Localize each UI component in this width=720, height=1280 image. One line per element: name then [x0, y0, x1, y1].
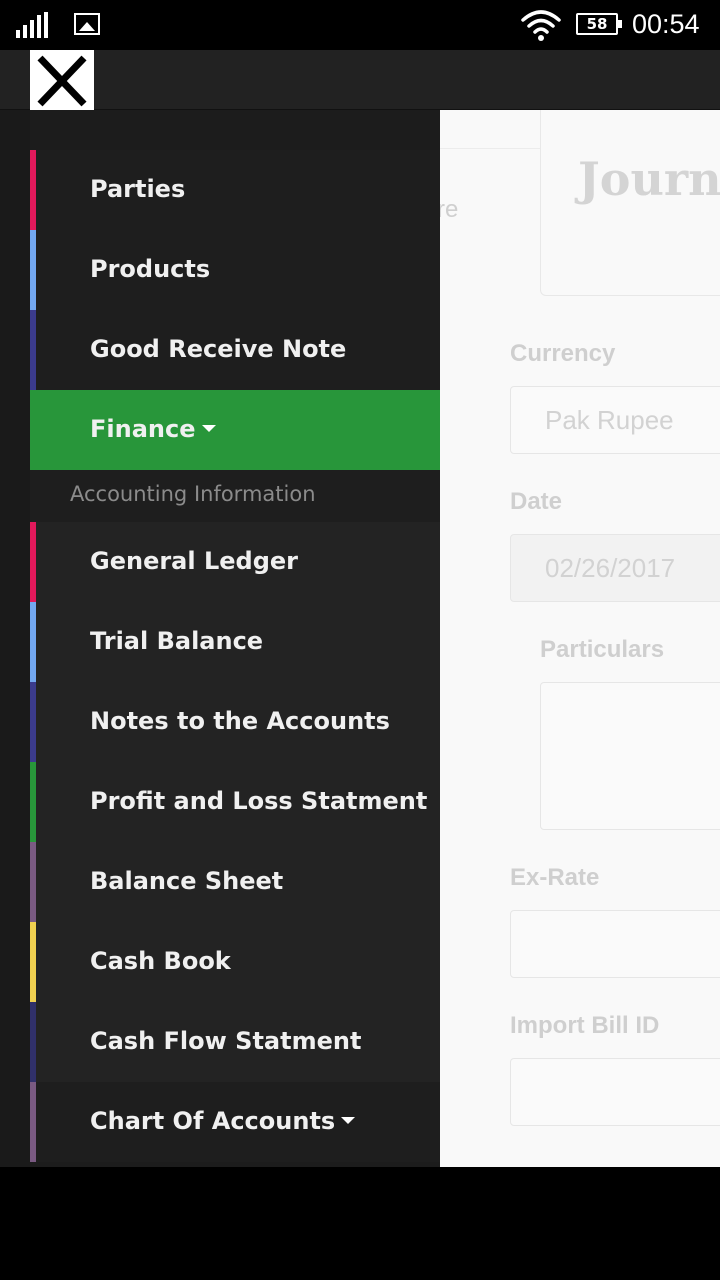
screen: 58 00:54 re Journa Currency Pak Rupee Da…	[0, 0, 720, 1280]
nav-item-notes-to-accounts[interactable]: Notes to the Accounts	[30, 682, 440, 762]
date-input[interactable]: 02/26/2017	[510, 534, 720, 602]
ex-rate-input[interactable]	[510, 910, 720, 978]
date-label: Date	[510, 488, 563, 515]
nav-item-label: Chart Of Accounts	[90, 1082, 356, 1160]
page-content: re Journa Currency Pak Rupee Date 02/26/…	[440, 110, 720, 1167]
nav-item-label: Good Receive Note	[90, 335, 347, 363]
color-bar	[30, 310, 36, 390]
color-bar	[30, 682, 36, 762]
drawer-edge	[0, 110, 30, 1167]
nav-item-label: Products	[90, 255, 211, 283]
system-navigation-bar	[0, 1167, 720, 1280]
color-bar	[30, 842, 36, 922]
caret-down-icon	[201, 424, 216, 432]
page-title: Journa	[578, 152, 720, 206]
nav-item-parties[interactable]: Parties	[30, 150, 440, 230]
section-header: Accounting Information	[30, 470, 440, 522]
close-icon	[37, 55, 87, 107]
clock: 00:54	[632, 9, 700, 39]
color-bar	[30, 602, 36, 682]
battery-level: 58	[586, 15, 608, 33]
navigation-drawer: Parties Products Good Receive Note Finan…	[0, 110, 440, 1167]
finance-label: Finance	[90, 415, 196, 443]
status-bar: 58 00:54	[0, 0, 720, 50]
nav-item-label: General Ledger	[90, 547, 298, 575]
color-bar	[30, 1002, 36, 1082]
nav-item-label: Trial Balance	[90, 627, 264, 655]
nav-item-label: Notes to the Accounts	[90, 707, 390, 735]
import-bill-label: Import Bill ID	[510, 1012, 660, 1039]
nav-item-label: Parties	[90, 175, 186, 203]
color-bar	[30, 1082, 36, 1162]
gallery-icon	[74, 13, 100, 35]
nav-item-cash-book[interactable]: Cash Book	[30, 922, 440, 1002]
close-button[interactable]	[30, 50, 94, 112]
color-bar	[30, 762, 36, 842]
chart-of-accounts-label: Chart Of Accounts	[90, 1107, 336, 1135]
color-bar	[30, 230, 36, 310]
ex-rate-label: Ex-Rate	[510, 864, 600, 891]
particulars-textarea[interactable]	[540, 682, 720, 830]
color-bar	[30, 522, 36, 602]
nav-item-balance-sheet[interactable]: Balance Sheet	[30, 842, 440, 922]
currency-label: Currency	[510, 340, 616, 367]
nav-item-label: Profit and Loss Statment	[90, 787, 428, 815]
nav-item-general-ledger[interactable]: General Ledger	[30, 522, 440, 602]
tab-label-partial[interactable]: re	[440, 196, 458, 224]
nav-item-label: Finance	[90, 390, 216, 468]
caret-down-icon	[341, 1116, 356, 1124]
particulars-label: Particulars	[540, 636, 665, 663]
nav-item-cash-flow[interactable]: Cash Flow Statment	[30, 1002, 440, 1082]
nav-item-finance[interactable]: Finance	[30, 390, 440, 470]
nav-item-label: Balance Sheet	[90, 867, 284, 895]
signal-icon	[16, 12, 50, 38]
nav-item-trial-balance[interactable]: Trial Balance	[30, 602, 440, 682]
import-bill-input[interactable]	[510, 1058, 720, 1126]
nav-item-good-receive-note[interactable]: Good Receive Note	[30, 310, 440, 390]
tab-divider	[440, 148, 540, 149]
nav-item-profit-and-loss[interactable]: Profit and Loss Statment	[30, 762, 440, 842]
app-bar	[0, 50, 720, 112]
nav-item-products[interactable]: Products	[30, 230, 440, 310]
nav-item-label: Cash Flow Statment	[90, 1027, 362, 1055]
nav-item-chart-of-accounts[interactable]: Chart Of Accounts	[30, 1082, 440, 1162]
color-bar	[30, 922, 36, 1002]
drawer-menu: Parties Products Good Receive Note Finan…	[30, 150, 440, 1162]
color-bar	[30, 150, 36, 230]
nav-item-label: Cash Book	[90, 947, 231, 975]
section-header-label: Accounting Information	[70, 482, 316, 506]
currency-select[interactable]: Pak Rupee	[510, 386, 720, 454]
wifi-icon	[521, 10, 561, 41]
journal-form: re Journa Currency Pak Rupee Date 02/26/…	[440, 110, 720, 1167]
battery-icon: 58	[576, 13, 622, 35]
